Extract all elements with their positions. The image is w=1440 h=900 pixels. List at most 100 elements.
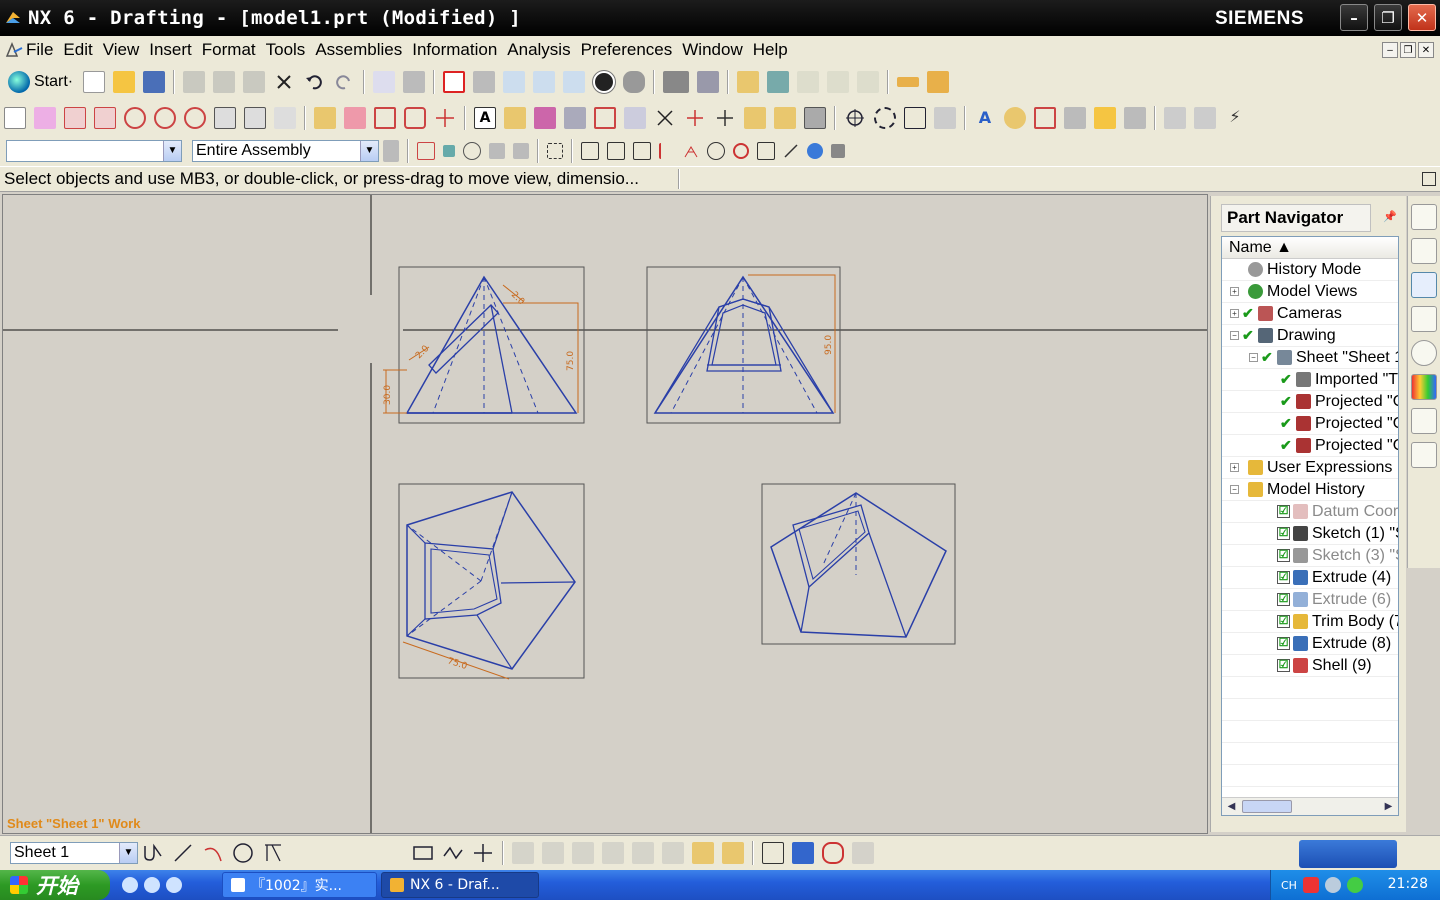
snap-angle-icon[interactable] — [792, 842, 814, 864]
new-sheet-icon[interactable] — [4, 107, 26, 129]
doc-restore-icon[interactable]: ❐ — [1400, 42, 1416, 58]
point-icon[interactable] — [472, 842, 494, 864]
centerline-icon[interactable] — [434, 107, 456, 129]
id-symbol-icon[interactable] — [744, 107, 766, 129]
snap-view-icon[interactable] — [463, 142, 481, 160]
measure-distance-icon[interactable] — [897, 77, 920, 87]
utility-circle-icon[interactable] — [844, 107, 866, 129]
weld-symbol-icon[interactable] — [624, 107, 646, 129]
copy-icon[interactable] — [213, 71, 236, 93]
start-button[interactable]: Start· — [8, 71, 73, 93]
line-icon[interactable] — [172, 842, 194, 864]
infer-constraints-icon[interactable] — [692, 842, 714, 864]
show-constraints-icon[interactable] — [572, 842, 594, 864]
tree-row[interactable]: − ✔ Sheet "Sheet 1" — [1222, 347, 1398, 369]
quick-trim-icon[interactable] — [322, 842, 344, 864]
collapse-icon[interactable]: − — [1230, 331, 1239, 340]
tree-row[interactable]: ☑ Sketch (3) "SKETCH_001" — [1222, 545, 1398, 567]
palette-icon[interactable] — [1411, 374, 1437, 400]
alternate-solution-icon[interactable] — [662, 842, 684, 864]
view-boundary-icon[interactable] — [244, 107, 266, 129]
nx-app-icon[interactable] — [4, 9, 22, 27]
tree-row[interactable]: + Model Views — [1222, 281, 1398, 303]
remove-constraints-icon[interactable] — [602, 842, 624, 864]
windows-start-button[interactable]: 开始 — [0, 870, 110, 900]
intersection-symbol-icon[interactable] — [684, 107, 706, 129]
checkmark-icon[interactable]: ✔ — [1242, 328, 1255, 342]
customize-icon[interactable]: ⚡ — [1224, 107, 1246, 129]
fillet-icon[interactable] — [262, 842, 284, 864]
auto-balloon-icon[interactable] — [1094, 107, 1116, 129]
snap-end-point-icon[interactable] — [581, 142, 599, 160]
pin-icon[interactable]: 📌 — [1383, 210, 1397, 223]
refresh-icon[interactable] — [373, 71, 396, 93]
tree-row[interactable]: History Mode — [1222, 259, 1398, 281]
datum-target-icon[interactable] — [534, 107, 556, 129]
shaded-icon[interactable] — [623, 71, 646, 93]
snap-grid-icon[interactable] — [762, 842, 784, 864]
checkmark-icon[interactable]: ☑ — [1277, 659, 1290, 672]
checkmark-icon[interactable]: ☑ — [1277, 527, 1290, 540]
tabular-note-icon[interactable] — [1124, 107, 1146, 129]
scroll-thumb[interactable] — [1242, 800, 1292, 813]
open-icon[interactable] — [113, 71, 136, 93]
menu-assemblies[interactable]: Assemblies — [315, 40, 410, 60]
minimize-button[interactable]: – — [1340, 4, 1368, 31]
rectangle-icon[interactable] — [412, 842, 434, 864]
tree-row[interactable]: − Model History — [1222, 479, 1398, 501]
select-face-icon[interactable] — [767, 71, 790, 93]
zoom-window-icon[interactable] — [473, 71, 496, 93]
menu-preferences[interactable]: Preferences — [581, 40, 681, 60]
constraint-icon[interactable] — [512, 842, 534, 864]
select-body-icon[interactable] — [857, 71, 880, 93]
new-icon[interactable] — [83, 71, 106, 93]
expand-icon[interactable]: + — [1230, 309, 1239, 318]
cross-icon[interactable] — [654, 107, 676, 129]
select-all-icon[interactable] — [417, 142, 435, 160]
media-icon[interactable] — [166, 877, 182, 893]
chamfer-icon[interactable] — [292, 842, 314, 864]
security-icon[interactable] — [1346, 877, 1363, 893]
selection-mode-icon[interactable] — [443, 145, 455, 157]
zoom-icon[interactable] — [503, 71, 526, 93]
snap-arc-center-icon[interactable] — [659, 143, 675, 159]
tree-row[interactable]: ☑ Extrude (4) — [1222, 567, 1398, 589]
save-icon[interactable] — [143, 71, 166, 93]
paste-icon[interactable] — [243, 71, 266, 93]
ie-icon[interactable] — [122, 877, 138, 893]
history-palette-icon[interactable] — [1411, 340, 1437, 366]
menu-file[interactable]: File — [26, 40, 61, 60]
menu-analysis[interactable]: Analysis — [507, 40, 578, 60]
sketch-style-icon[interactable] — [822, 842, 844, 864]
chevron-down-icon[interactable]: ▼ — [163, 141, 181, 161]
constraint-navigator-icon[interactable] — [1411, 238, 1437, 264]
network-icon[interactable] — [1324, 877, 1341, 893]
menu-insert[interactable]: Insert — [149, 40, 200, 60]
graphics-window[interactable]: 2.0 2.0 75.0 30.0 95.0 75.0 Sheet "Sheet… — [2, 194, 1208, 834]
studio-spline-icon[interactable] — [442, 842, 464, 864]
dim-d2[interactable]: 2.0 — [509, 290, 526, 307]
close-button[interactable]: ✕ — [1408, 4, 1436, 31]
side-view[interactable]: 95.0 — [646, 266, 841, 424]
web-browser-icon[interactable] — [1411, 306, 1437, 332]
select-point-icon[interactable] — [827, 71, 850, 93]
orient-view-icon[interactable] — [697, 71, 720, 93]
sheet-dropdown[interactable]: Sheet 1 ▼ — [10, 842, 138, 864]
checkmark-icon[interactable]: ☑ — [1277, 549, 1290, 562]
dimension-chain-icon[interactable] — [404, 107, 426, 129]
snap-point-face-icon[interactable] — [807, 143, 823, 159]
doc-minimize-icon[interactable]: – — [1382, 42, 1398, 58]
create-inferred-icon[interactable] — [722, 842, 744, 864]
checkmark-icon[interactable]: ✔ — [1280, 372, 1293, 386]
tree-row[interactable]: + User Expressions — [1222, 457, 1398, 479]
checkmark-icon[interactable]: ☑ — [1277, 571, 1290, 584]
tree-row[interactable]: ☑ Extrude (8) — [1222, 633, 1398, 655]
checkmark-icon[interactable]: ✔ — [1280, 438, 1293, 452]
checkmark-icon[interactable]: ☑ — [1277, 505, 1290, 518]
checkmark-icon[interactable]: ✔ — [1242, 306, 1255, 320]
table-cell-icon[interactable] — [1194, 107, 1216, 129]
top-view[interactable]: 75.0 — [398, 483, 585, 680]
isometric-view[interactable] — [761, 483, 956, 645]
base-view-icon[interactable] — [34, 107, 56, 129]
chevron-down-icon[interactable]: ▼ — [119, 843, 137, 863]
